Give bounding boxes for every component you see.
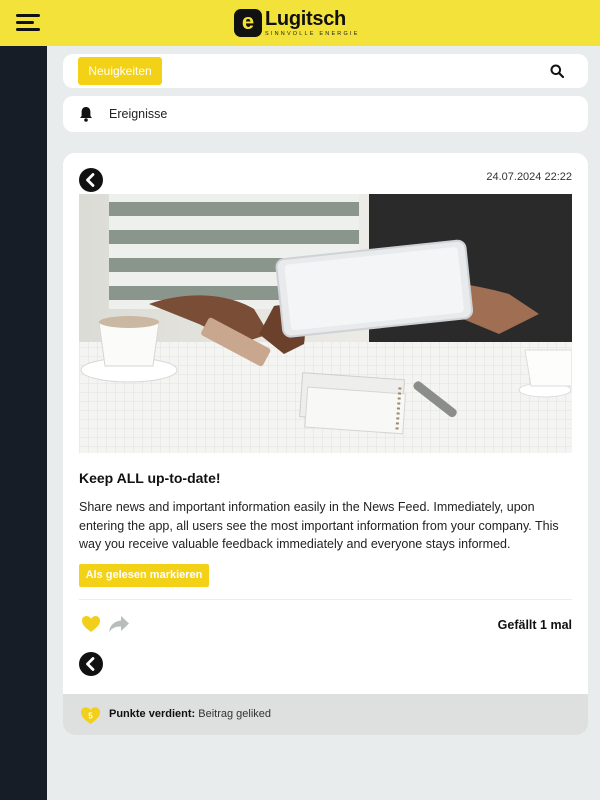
post-image bbox=[79, 194, 572, 453]
brand-logo: e Lugitsch SINNVOLLE ENERGIE bbox=[234, 9, 360, 39]
points-reason: Beitrag geliked bbox=[198, 708, 272, 720]
post-body: Share news and important information eas… bbox=[79, 500, 559, 551]
post-title: Keep ALL up-to-date! bbox=[79, 470, 221, 486]
points-text: Punkte verdient: Beitrag geliked bbox=[109, 708, 271, 720]
bell-icon bbox=[80, 107, 92, 122]
app-header: e Lugitsch SINNVOLLE ENERGIE bbox=[0, 0, 600, 46]
events-link[interactable]: Ereignisse bbox=[63, 96, 588, 132]
share-icon[interactable] bbox=[108, 614, 130, 634]
feed-toolbar: Neuigkeiten bbox=[63, 54, 588, 88]
mark-as-read-button[interactable]: Als gelesen markieren bbox=[79, 564, 209, 587]
heart-icon[interactable] bbox=[81, 615, 101, 633]
likes-count: Gefällt 1 mal bbox=[497, 618, 572, 632]
sidebar bbox=[0, 46, 47, 800]
heart-badge-icon: 5 bbox=[81, 707, 100, 724]
news-post-card: 24.07.2024 22:22 Keep ALL up-to-date! Sh… bbox=[63, 153, 588, 735]
back-arrow-icon[interactable] bbox=[79, 168, 103, 192]
points-badge-count: 5 bbox=[88, 712, 93, 721]
logo-name: Lugitsch bbox=[265, 8, 346, 30]
news-filter-button[interactable]: Neuigkeiten bbox=[78, 57, 162, 85]
back-arrow-icon[interactable] bbox=[79, 652, 103, 676]
search-icon[interactable] bbox=[550, 64, 564, 78]
points-earned-bar: 5 Punkte verdient: Beitrag geliked bbox=[63, 694, 588, 735]
logo-tagline: SINNVOLLE ENERGIE bbox=[265, 31, 360, 37]
events-label: Ereignisse bbox=[109, 107, 168, 121]
menu-icon[interactable] bbox=[16, 14, 40, 32]
logo-mark: e bbox=[234, 9, 262, 37]
divider bbox=[79, 599, 572, 600]
post-timestamp: 24.07.2024 22:22 bbox=[486, 171, 572, 183]
points-label: Punkte verdient: bbox=[109, 708, 196, 720]
